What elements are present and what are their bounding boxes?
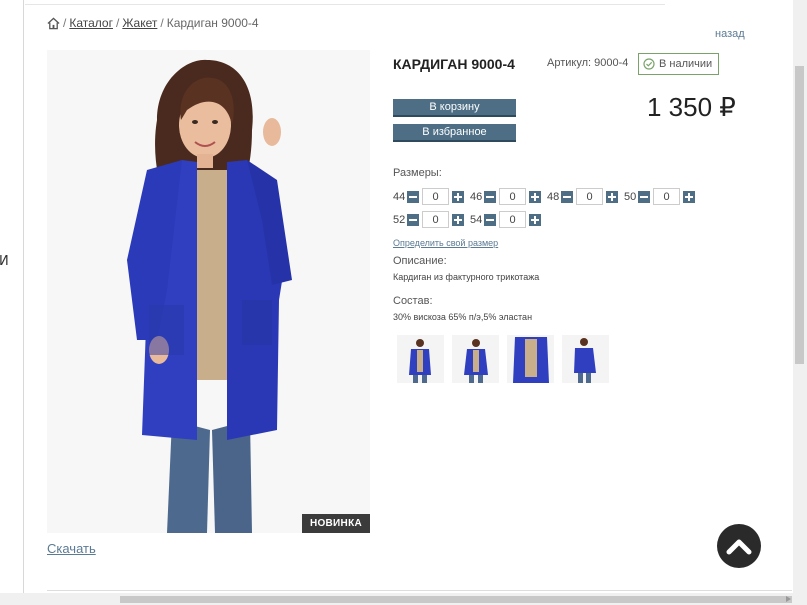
plus-icon[interactable] xyxy=(606,190,618,203)
scroll-right-arrow-icon[interactable] xyxy=(786,596,791,602)
quantity-input[interactable] xyxy=(576,188,603,205)
breadcrumb: / Каталог / Жакет / Кардиган 9000-4 xyxy=(47,16,259,30)
stock-badge: В наличии xyxy=(638,53,719,75)
size-number: 44 xyxy=(393,190,406,203)
quantity-input[interactable] xyxy=(422,211,449,228)
description-text: Кардиган из фактурного трикотажа xyxy=(393,272,540,282)
horizontal-scrollbar-thumb[interactable] xyxy=(120,596,792,603)
product-photo[interactable]: НОВИНКА xyxy=(47,50,370,533)
breadcrumb-separator: / xyxy=(63,16,67,30)
size-item: 48 xyxy=(547,188,618,205)
thumbnail[interactable] xyxy=(507,335,554,383)
bottom-divider xyxy=(47,590,792,591)
vertical-scrollbar-thumb[interactable] xyxy=(795,66,804,364)
size-row: 52 54 xyxy=(393,211,547,228)
composition-text: 30% вискоза 65% п/э,5% эластан xyxy=(393,312,533,322)
size-item: 52 xyxy=(393,211,464,228)
breadcrumb-catalog[interactable]: Каталог xyxy=(69,16,113,30)
horizontal-scrollbar[interactable] xyxy=(0,593,807,605)
product-sku: Артикул: 9000-4 xyxy=(547,57,629,69)
size-row: 44 46 48 50 xyxy=(393,188,701,205)
size-item: 44 xyxy=(393,188,464,205)
plus-icon[interactable] xyxy=(529,190,541,203)
plus-icon[interactable] xyxy=(452,213,464,226)
minus-icon[interactable] xyxy=(638,190,650,203)
left-panel-fragment: И xyxy=(0,254,9,269)
check-circle-icon xyxy=(643,58,655,70)
scroll-to-top-button[interactable] xyxy=(717,524,761,568)
thumbnail[interactable] xyxy=(452,335,499,383)
thumbnail[interactable] xyxy=(397,335,444,383)
minus-icon[interactable] xyxy=(484,213,496,226)
minus-icon[interactable] xyxy=(407,190,419,203)
vertical-scrollbar[interactable] xyxy=(793,0,807,593)
download-link[interactable]: Скачать xyxy=(47,541,96,556)
new-badge: НОВИНКА xyxy=(301,514,370,533)
product-photo-image xyxy=(47,50,370,533)
thumbnail-gallery xyxy=(397,335,609,383)
size-number: 54 xyxy=(470,213,483,226)
size-number: 48 xyxy=(547,190,560,203)
breadcrumb-current: Кардиган 9000-4 xyxy=(166,16,259,30)
composition-label: Состав: xyxy=(393,295,433,307)
add-to-favorites-button[interactable]: В избранное xyxy=(393,124,516,142)
quantity-input[interactable] xyxy=(653,188,680,205)
plus-icon[interactable] xyxy=(529,213,541,226)
size-item: 50 xyxy=(624,188,695,205)
size-item: 54 xyxy=(470,211,541,228)
minus-icon[interactable] xyxy=(484,190,496,203)
product-price: 1 350 ₽ xyxy=(647,92,736,122)
description-label: Описание: xyxy=(393,255,447,267)
top-divider xyxy=(25,4,665,5)
quantity-input[interactable] xyxy=(499,188,526,205)
stock-label: В наличии xyxy=(659,58,713,70)
quantity-input[interactable] xyxy=(499,211,526,228)
size-guide-link[interactable]: Определить свой размер xyxy=(393,238,498,248)
breadcrumb-jacket[interactable]: Жакет xyxy=(122,16,157,30)
size-number: 50 xyxy=(624,190,637,203)
chevron-up-icon xyxy=(726,539,752,555)
product-title: КАРДИГАН 9000-4 xyxy=(393,56,515,72)
home-icon[interactable] xyxy=(47,17,60,30)
size-number: 52 xyxy=(393,213,406,226)
minus-icon[interactable] xyxy=(561,190,573,203)
plus-icon[interactable] xyxy=(683,190,695,203)
quantity-input[interactable] xyxy=(422,188,449,205)
breadcrumb-separator: / xyxy=(115,16,120,30)
sizes-label: Размеры: xyxy=(393,167,442,179)
size-number: 46 xyxy=(470,190,483,203)
minus-icon[interactable] xyxy=(407,213,419,226)
thumbnail[interactable] xyxy=(562,335,609,383)
breadcrumb-separator: / xyxy=(160,16,164,30)
add-to-cart-button[interactable]: В корзину xyxy=(393,99,516,117)
plus-icon[interactable] xyxy=(452,190,464,203)
size-item: 46 xyxy=(470,188,541,205)
left-panel-edge: И xyxy=(0,0,24,605)
back-link[interactable]: назад xyxy=(715,28,745,40)
